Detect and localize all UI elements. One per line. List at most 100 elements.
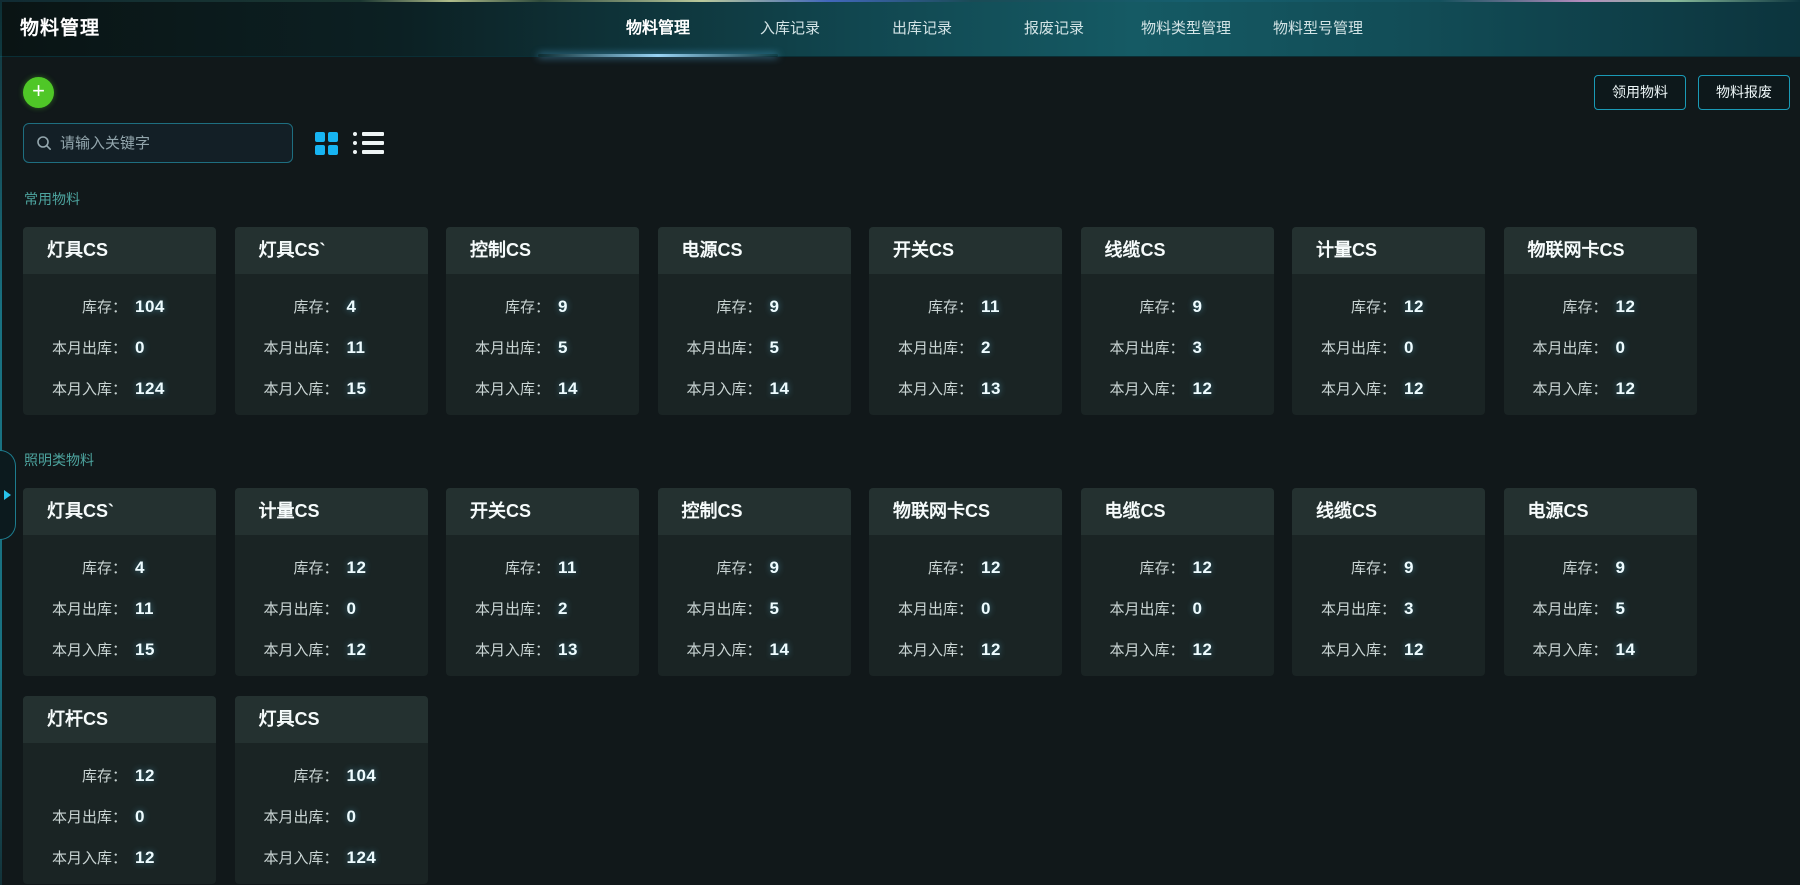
month-out-value: 0	[1616, 338, 1626, 358]
stat-row-stock: 库存：12	[235, 547, 428, 588]
stock-label: 库存：	[869, 296, 973, 317]
search-box[interactable]	[23, 123, 293, 163]
material-card[interactable]: 灯具CS库存：104本月出库：0本月入库：124	[23, 227, 216, 415]
card-body: 库存：12本月出库：0本月入库：12	[235, 535, 428, 670]
card-title: 控制CS	[446, 227, 639, 274]
material-section: 照明类物料灯具CS`库存：4本月出库：11本月入库：15计量CS库存：12本月出…	[23, 450, 1800, 884]
material-card[interactable]: 开关CS库存：11本月出库：2本月入库：13	[869, 227, 1062, 415]
stat-row-month-out: 本月出库：0	[235, 796, 428, 837]
month-in-value: 14	[770, 379, 790, 399]
tab-material-type[interactable]: 物料类型管理	[1120, 0, 1252, 57]
month-in-label: 本月入库：	[1504, 639, 1608, 660]
material-card[interactable]: 线缆CS库存：9本月出库：3本月入库：12	[1292, 488, 1485, 676]
month-in-value: 14	[770, 640, 790, 660]
material-card[interactable]: 物联网卡CS库存：12本月出库：0本月入库：12	[1504, 227, 1697, 415]
material-card[interactable]: 线缆CS库存：9本月出库：3本月入库：12	[1081, 227, 1274, 415]
stock-value: 4	[347, 297, 357, 317]
material-card[interactable]: 计量CS库存：12本月出库：0本月入库：12	[235, 488, 428, 676]
month-out-label: 本月出库：	[1504, 598, 1608, 619]
stat-row-stock: 库存：4	[23, 547, 216, 588]
material-card[interactable]: 电源CS库存：9本月出库：5本月入库：14	[658, 227, 851, 415]
material-card[interactable]: 电源CS库存：9本月出库：5本月入库：14	[1504, 488, 1697, 676]
stat-row-month-out: 本月出库：0	[23, 327, 216, 368]
sidebar-collapse-tab[interactable]	[0, 450, 16, 540]
card-title: 灯杆CS	[23, 696, 216, 743]
month-out-label: 本月出库：	[658, 598, 762, 619]
month-out-value: 0	[347, 599, 357, 619]
stat-row-month-in: 本月入库：14	[658, 629, 851, 670]
stock-label: 库存：	[1081, 557, 1185, 578]
add-button[interactable]: +	[23, 77, 54, 108]
card-body: 库存：12本月出库：0本月入库：12	[23, 743, 216, 878]
month-in-label: 本月入库：	[23, 378, 127, 399]
section-title: 常用物料	[24, 189, 1800, 209]
stat-row-stock: 库存：11	[446, 547, 639, 588]
stock-label: 库存：	[1504, 296, 1608, 317]
material-card[interactable]: 灯具CS`库存：4本月出库：11本月入库：15	[235, 227, 428, 415]
card-title: 电源CS	[658, 227, 851, 274]
stat-row-month-in: 本月入库：12	[1292, 368, 1485, 409]
material-card[interactable]: 控制CS库存：9本月出库：5本月入库：14	[446, 227, 639, 415]
stock-value: 9	[1616, 558, 1626, 578]
month-out-value: 5	[770, 338, 780, 358]
material-card[interactable]: 灯具CS`库存：4本月出库：11本月入库：15	[23, 488, 216, 676]
tab-scrap[interactable]: 报废记录	[988, 0, 1120, 57]
material-card[interactable]: 计量CS库存：12本月出库：0本月入库：12	[1292, 227, 1485, 415]
chevron-right-icon	[4, 490, 11, 500]
month-out-value: 2	[558, 599, 568, 619]
month-in-label: 本月入库：	[235, 378, 339, 399]
left-edge-line	[0, 2, 2, 885]
stock-value: 11	[558, 558, 577, 578]
search-input[interactable]	[60, 135, 280, 152]
grid-view-button[interactable]	[315, 132, 338, 155]
scrap-material-button[interactable]: 物料报废	[1698, 75, 1790, 110]
list-view-button[interactable]	[353, 132, 384, 154]
stat-row-stock: 库存：12	[869, 547, 1062, 588]
stock-label: 库存：	[446, 296, 550, 317]
material-section: 常用物料灯具CS库存：104本月出库：0本月入库：124灯具CS`库存：4本月出…	[23, 189, 1800, 415]
material-card[interactable]: 灯杆CS库存：12本月出库：0本月入库：12	[23, 696, 216, 884]
month-out-value: 5	[770, 599, 780, 619]
month-in-value: 12	[1193, 640, 1213, 660]
tab-material[interactable]: 物料管理	[592, 0, 724, 57]
stat-row-stock: 库存：104	[23, 286, 216, 327]
stat-row-month-in: 本月入库：12	[1292, 629, 1485, 670]
month-in-value: 124	[135, 379, 165, 399]
month-out-value: 2	[981, 338, 991, 358]
month-in-label: 本月入库：	[235, 639, 339, 660]
card-title: 开关CS	[446, 488, 639, 535]
card-title: 计量CS	[235, 488, 428, 535]
month-in-label: 本月入库：	[446, 639, 550, 660]
material-card[interactable]: 物联网卡CS库存：12本月出库：0本月入库：12	[869, 488, 1062, 676]
material-card[interactable]: 开关CS 库存：11 本月出库： 2 本月入库：13	[446, 488, 639, 676]
card-body: 库存：12本月出库：0本月入库：12	[869, 535, 1062, 670]
stock-value: 104	[135, 297, 165, 317]
claim-material-button[interactable]: 领用物料	[1594, 75, 1686, 110]
month-in-value: 15	[135, 640, 155, 660]
card-body: 库存：9本月出库：5本月入库：14	[1504, 535, 1697, 670]
card-title: 控制CS	[658, 488, 851, 535]
stock-label: 库存：	[1292, 557, 1396, 578]
tab-outbound[interactable]: 出库记录	[856, 0, 988, 57]
month-in-label: 本月入库：	[1292, 378, 1396, 399]
stock-label: 库存：	[658, 557, 762, 578]
list-view-icon	[353, 132, 384, 136]
month-out-label: 本月出库：	[446, 598, 550, 619]
stat-row-month-in: 本月入库：124	[235, 837, 428, 878]
stat-row-stock: 库存：12	[1504, 286, 1697, 327]
card-body: 库存：12本月出库：0本月入库：12	[1504, 274, 1697, 409]
card-title: 物联网卡CS	[1504, 227, 1697, 274]
month-in-label: 本月入库：	[1081, 378, 1185, 399]
month-out-value: 0	[135, 338, 145, 358]
stat-row-month-in: 本月入库：13	[446, 629, 639, 670]
material-card[interactable]: 灯具CS库存：104本月出库：0本月入库：124	[235, 696, 428, 884]
material-card[interactable]: 控制CS库存：9本月出库：5本月入库：14	[658, 488, 851, 676]
card-body: 库存：12本月出库：0本月入库：12	[1081, 535, 1274, 670]
month-in-label: 本月入库：	[1504, 378, 1608, 399]
material-card[interactable]: 电缆CS库存：12本月出库：0本月入库：12	[1081, 488, 1274, 676]
stock-label: 库存：	[235, 765, 339, 786]
stock-label: 库存：	[1292, 296, 1396, 317]
tab-inbound[interactable]: 入库记录	[724, 0, 856, 57]
card-title: 灯具CS`	[23, 488, 216, 535]
tab-material-model[interactable]: 物料型号管理	[1252, 0, 1384, 57]
